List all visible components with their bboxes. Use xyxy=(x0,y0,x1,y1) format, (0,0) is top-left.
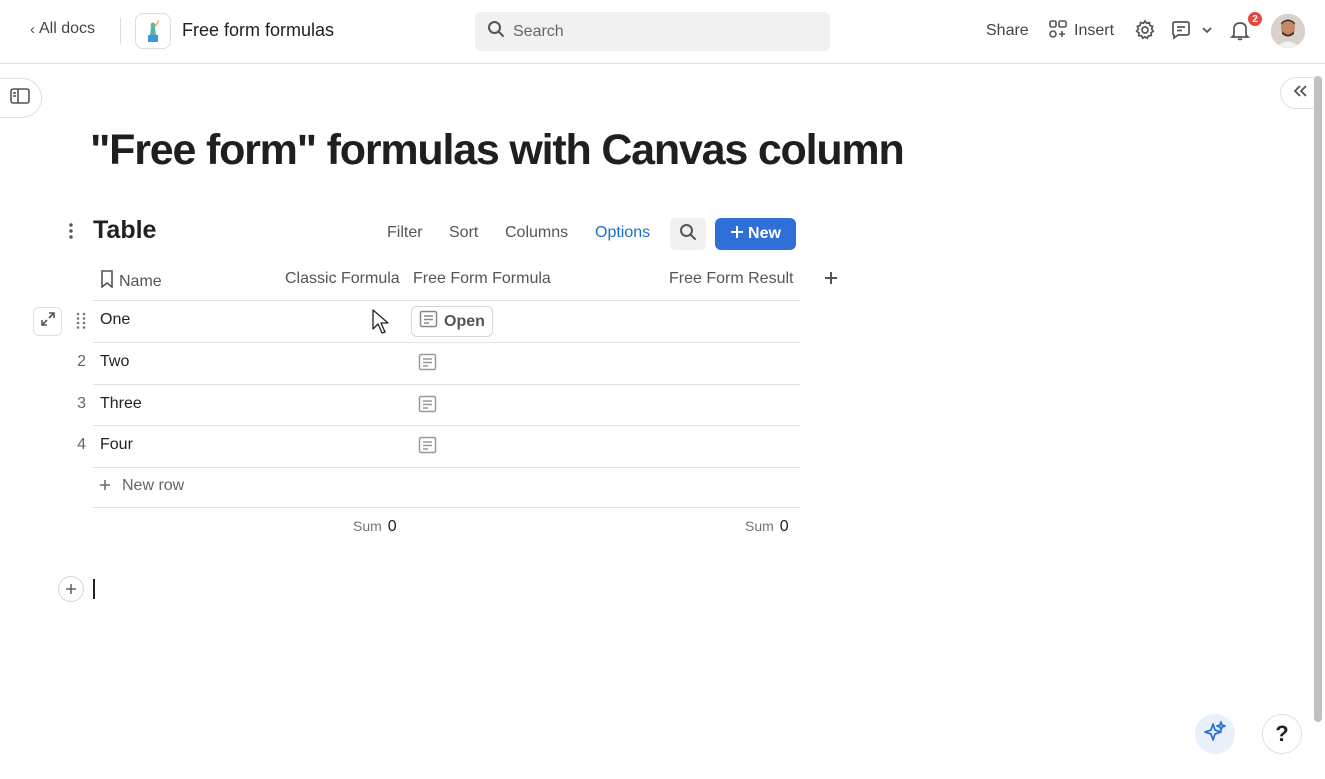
columns-button[interactable]: Columns xyxy=(505,224,568,242)
row-divider xyxy=(93,467,800,468)
sum-value: 0 xyxy=(387,518,397,535)
mouse-pointer-icon xyxy=(372,309,390,335)
ai-assistant-button[interactable] xyxy=(1195,714,1235,754)
row-divider xyxy=(93,342,800,343)
canvas-doc-icon xyxy=(419,310,438,333)
expand-row-button[interactable] xyxy=(33,307,62,336)
comment-icon[interactable] xyxy=(1169,18,1193,42)
sum-classic-formula[interactable]: Sum 0 xyxy=(353,518,397,536)
cell-name[interactable]: One xyxy=(100,311,130,329)
add-block-button[interactable] xyxy=(58,576,84,602)
search-input[interactable] xyxy=(513,22,813,41)
help-icon[interactable]: ? xyxy=(1262,714,1302,754)
search-icon xyxy=(679,223,697,246)
filter-button[interactable]: Filter xyxy=(387,224,423,242)
notification-badge: 2 xyxy=(1247,11,1263,27)
canvas-doc-icon[interactable] xyxy=(418,395,437,413)
plus-icon xyxy=(824,271,838,290)
table-search-button[interactable] xyxy=(670,218,706,250)
all-docs-link[interactable]: ‹ All docs xyxy=(30,20,95,38)
new-row-label: New row xyxy=(122,477,185,494)
plus-icon xyxy=(100,477,110,495)
open-canvas-button[interactable]: Open xyxy=(411,306,493,337)
canvas-doc-icon[interactable] xyxy=(418,436,437,454)
column-header-name[interactable]: Name xyxy=(100,270,162,293)
column-header-free-form-formula[interactable]: Free Form Formula xyxy=(413,270,551,288)
sum-value: 0 xyxy=(779,518,789,535)
top-bar: ‹ All docs Free form formulas Share Inse… xyxy=(0,0,1325,64)
row-number: 3 xyxy=(77,395,86,412)
sum-free-form-result[interactable]: Sum 0 xyxy=(745,518,789,536)
table-title[interactable]: Table xyxy=(93,216,156,245)
all-docs-label: All docs xyxy=(39,20,96,37)
avatar[interactable] xyxy=(1271,14,1305,48)
new-row-button[interactable]: New row xyxy=(100,477,184,495)
sidebar-icon xyxy=(10,87,30,109)
row-divider xyxy=(93,507,800,508)
share-button[interactable]: Share xyxy=(986,14,1029,48)
expand-icon xyxy=(40,311,56,332)
search-icon xyxy=(487,20,505,43)
doc-title[interactable]: Free form formulas xyxy=(182,20,334,41)
cell-name[interactable]: Four xyxy=(100,436,133,454)
column-header-classic-formula[interactable]: Classic Formula xyxy=(285,270,400,288)
add-column-button[interactable] xyxy=(821,270,841,290)
row-divider xyxy=(93,300,800,301)
open-label: Open xyxy=(444,312,485,330)
new-button[interactable]: New xyxy=(715,218,796,250)
gear-icon[interactable] xyxy=(1133,18,1157,42)
row-divider xyxy=(93,425,800,426)
scrollbar[interactable] xyxy=(1314,76,1322,722)
column-header-free-form-result[interactable]: Free Form Result xyxy=(669,270,793,288)
row-divider xyxy=(93,384,800,385)
kebab-icon[interactable] xyxy=(60,220,82,242)
plus-icon xyxy=(730,225,744,244)
row-number: 2 xyxy=(77,353,86,370)
double-chevron-left-icon xyxy=(1292,84,1308,103)
plus-icon xyxy=(66,581,76,597)
chevron-down-icon[interactable] xyxy=(1198,18,1216,42)
column-label: Name xyxy=(119,272,162,290)
cell-name[interactable]: Two xyxy=(100,353,129,371)
text-caret xyxy=(93,579,95,599)
sum-label: Sum xyxy=(745,518,774,534)
insert-label: Insert xyxy=(1074,22,1115,39)
chevron-left-icon: ‹ xyxy=(30,20,35,38)
new-label: New xyxy=(748,225,781,242)
options-button[interactable]: Options xyxy=(595,224,650,242)
sum-label: Sum xyxy=(353,518,382,534)
cell-name[interactable]: Three xyxy=(100,395,142,413)
search-box[interactable] xyxy=(475,12,830,51)
row-number: 4 xyxy=(77,436,86,453)
insert-icon xyxy=(1048,19,1068,44)
sidebar-toggle[interactable] xyxy=(0,78,42,118)
insert-button[interactable]: Insert xyxy=(1048,14,1114,48)
statue-icon[interactable] xyxy=(135,13,171,49)
bookmark-icon xyxy=(100,270,114,293)
sparkle-icon xyxy=(1203,720,1227,749)
page-title[interactable]: "Free form" formulas with Canvas column xyxy=(90,126,905,175)
canvas-doc-icon[interactable] xyxy=(418,353,437,371)
sort-button[interactable]: Sort xyxy=(449,224,478,242)
divider xyxy=(120,18,121,44)
drag-icon[interactable] xyxy=(75,312,87,330)
